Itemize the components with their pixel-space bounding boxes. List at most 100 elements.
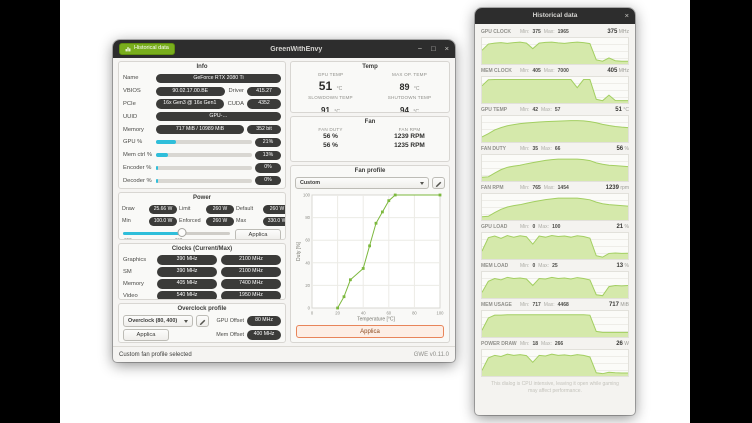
slider-handle[interactable] bbox=[177, 228, 186, 237]
historical-window-title: Historical data bbox=[475, 8, 635, 24]
history-graph-gpu-load: GPU LOAD Min: 0 Max: 100 21 % bbox=[481, 224, 629, 260]
history-graph-header: FAN RPM Min: 765 Max: 1454 1239 rpm bbox=[481, 185, 629, 193]
fan-profile-apply-button[interactable]: Applica bbox=[296, 325, 444, 338]
clock-current: 390 MHz bbox=[157, 267, 217, 276]
current-value: 717 bbox=[609, 302, 619, 308]
clock-label: Memory bbox=[123, 281, 153, 287]
history-graph-header: GPU CLOCK Min: 375 Max: 1965 375 MHz bbox=[481, 29, 629, 37]
svg-text:20: 20 bbox=[305, 283, 310, 288]
power-enforced-label: Enforced bbox=[179, 218, 204, 224]
uuid-value: GPU-… bbox=[156, 112, 281, 121]
current-reading: 13 % bbox=[616, 263, 629, 269]
fan-profile-value: Custom bbox=[300, 180, 417, 186]
clock-max: 2100 MHz bbox=[221, 267, 281, 276]
graph-sparkline bbox=[481, 193, 629, 221]
max-label: Max: bbox=[544, 185, 555, 191]
power-apply-button[interactable]: Applica bbox=[235, 229, 281, 241]
clocks-section: Clocks (Current/Max) Graphics 390 MHz 21… bbox=[118, 243, 286, 300]
minimize-icon[interactable]: − bbox=[418, 40, 422, 58]
edit-fan-profile-button[interactable] bbox=[432, 177, 445, 189]
clock-label: SM bbox=[123, 269, 153, 275]
current-value: 1239 bbox=[606, 185, 619, 191]
decoder-usage-label: Decoder % bbox=[123, 178, 153, 184]
max-label: Max: bbox=[538, 263, 549, 269]
cuda-value: 4352 bbox=[247, 99, 281, 108]
gpu-usage-value: 21% bbox=[255, 138, 281, 147]
current-value: 51 bbox=[615, 107, 622, 113]
current-unit: rpm bbox=[620, 185, 629, 191]
current-unit: W bbox=[624, 341, 629, 347]
min-value: 0 bbox=[532, 224, 535, 230]
close-icon[interactable]: × bbox=[445, 40, 449, 58]
max-value: 4468 bbox=[558, 302, 569, 308]
chevron-down-icon bbox=[184, 320, 188, 323]
fan-grid: FAN DUTY 56 % 56 % FAN RPM 1239 RPM 1235… bbox=[291, 127, 449, 150]
historical-titlebar[interactable]: Historical data × bbox=[475, 8, 635, 24]
power-draw-label: Draw bbox=[122, 206, 147, 212]
current-unit: MHz bbox=[619, 68, 629, 74]
fan-profile-row: Custom bbox=[291, 176, 449, 190]
fan-rpm-value-2: 1235 RPM bbox=[370, 141, 449, 150]
min-value: 18 bbox=[532, 341, 538, 347]
max-op-temp-value: 89 bbox=[399, 82, 409, 92]
graph-sparkline bbox=[481, 37, 629, 65]
temp-section: Temp GPU TEMP 51 °C MAX OP. TEMP 89 °C S… bbox=[290, 61, 450, 113]
power-max-value: 330.0 W bbox=[263, 217, 286, 226]
clocks-header: Clocks (Current/Max) bbox=[119, 244, 285, 254]
power-limit-slider[interactable]: 260 260 bbox=[123, 227, 230, 240]
power-row-2: Min 100.0 W Enforced 260 W Max 330.0 W bbox=[119, 215, 285, 227]
max-op-temp-cell: MAX OP. TEMP 89 °C bbox=[370, 72, 449, 95]
overclock-row-2: Applica Mem Offset 400 MHz bbox=[119, 328, 285, 342]
history-graph-fan-rpm: FAN RPM Min: 765 Max: 1454 1239 rpm bbox=[481, 185, 629, 221]
current-reading: 405 MHz bbox=[607, 68, 629, 74]
history-graph-header: MEM USAGE Min: 717 Max: 4468 717 MiB bbox=[481, 302, 629, 310]
slider-mark: 260 bbox=[124, 237, 132, 240]
gpu-offset-label: GPU Offset bbox=[212, 318, 244, 324]
overclock-apply-button[interactable]: Applica bbox=[123, 329, 169, 341]
cpu-intensive-note: This dialog is CPU intensive, leaving it… bbox=[481, 381, 629, 395]
info-row-name: Name GeForce RTX 2080 Ti bbox=[119, 72, 285, 85]
graph-title: GPU CLOCK bbox=[481, 29, 517, 35]
max-value: 100 bbox=[552, 224, 560, 230]
svg-text:100: 100 bbox=[303, 193, 311, 198]
min-value: 375 bbox=[532, 29, 540, 35]
graph-title: MEM USAGE bbox=[481, 302, 517, 308]
gwe-main-window: Historical data GreenWithEnvy − □ × Info… bbox=[113, 40, 455, 362]
overclock-profile-dropdown[interactable]: Overclock (80, 400) bbox=[123, 315, 193, 327]
svg-text:60: 60 bbox=[386, 311, 391, 316]
fan-profile-dropdown[interactable]: Custom bbox=[295, 177, 429, 189]
min-value: 35 bbox=[532, 146, 538, 152]
uuid-label: UUID bbox=[123, 114, 153, 120]
overclock-header: Overclock profile bbox=[119, 304, 285, 314]
overclock-profile-value: Overclock (80, 400) bbox=[128, 318, 181, 324]
min-label: Min: bbox=[520, 107, 529, 113]
current-reading: 51 °C bbox=[615, 107, 629, 113]
vbios-label: VBIOS bbox=[123, 88, 153, 94]
max-value: 1454 bbox=[558, 185, 569, 191]
info-row-memctrl-usage: Mem ctrl % 13% bbox=[119, 149, 285, 162]
decoder-usage-bar bbox=[156, 179, 252, 183]
close-icon[interactable]: × bbox=[625, 8, 629, 24]
min-label: Min: bbox=[520, 341, 529, 347]
mem-offset-label: Mem Offset bbox=[212, 332, 244, 338]
window-title: GreenWithEnvy bbox=[179, 46, 414, 53]
svg-text:20: 20 bbox=[335, 311, 340, 316]
shutdown-temp-cell: SHUTDOWN TEMP 94 °C bbox=[370, 95, 449, 112]
pencil-icon bbox=[435, 176, 442, 191]
current-value: 405 bbox=[607, 68, 617, 74]
main-titlebar[interactable]: Historical data GreenWithEnvy − □ × bbox=[113, 40, 455, 58]
slowdown-temp-cell: SLOWDOWN TEMP 91 °C bbox=[291, 95, 370, 112]
current-reading: 56 % bbox=[616, 146, 629, 152]
history-graph-gpu-temp: GPU TEMP Min: 42 Max: 57 51 °C bbox=[481, 107, 629, 143]
power-default-label: Default bbox=[236, 206, 261, 212]
historical-graphs: GPU CLOCK Min: 375 Max: 1965 375 MHz MEM… bbox=[475, 24, 635, 415]
clock-current: 405 MHz bbox=[157, 279, 217, 288]
history-graph-header: GPU TEMP Min: 42 Max: 57 51 °C bbox=[481, 107, 629, 115]
history-graph-header: FAN DUTY Min: 35 Max: 66 56 % bbox=[481, 146, 629, 154]
min-label: Min: bbox=[520, 29, 529, 35]
edit-overclock-profile-button[interactable] bbox=[196, 315, 209, 327]
name-label: Name bbox=[123, 75, 153, 81]
historical-data-button[interactable]: Historical data bbox=[119, 43, 175, 55]
maximize-icon[interactable]: □ bbox=[431, 40, 436, 58]
clock-label: Video bbox=[123, 293, 153, 299]
